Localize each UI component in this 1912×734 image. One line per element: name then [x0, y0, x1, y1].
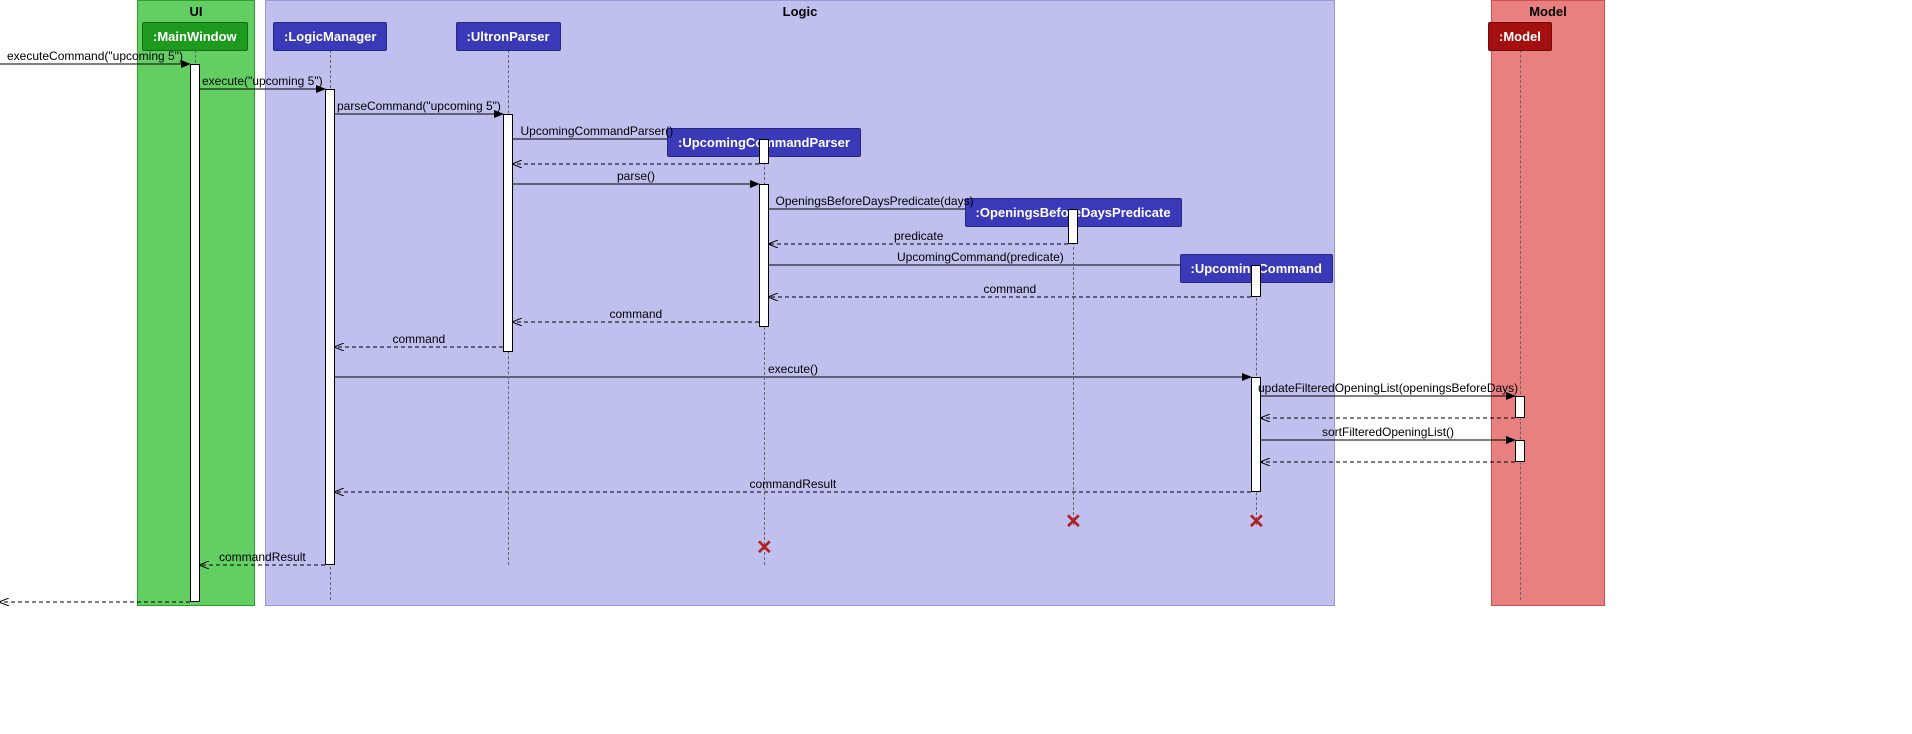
participant-ultronParser: :UltronParser	[456, 22, 561, 51]
activation-3	[759, 139, 769, 164]
activation-6	[1251, 265, 1261, 297]
message-label-15: sortFilteredOpeningList()	[1322, 425, 1454, 439]
activation-4	[759, 184, 769, 327]
message-label-1: execute("upcoming 5")	[202, 74, 323, 88]
activation-5	[1068, 209, 1078, 244]
message-label-11: command	[393, 332, 446, 346]
message-label-5: parse()	[617, 169, 655, 183]
region-logic-label: Logic	[783, 4, 818, 19]
message-label-6: OpeningsBeforeDaysPredicate(days)	[776, 194, 974, 208]
participant-mainWindow: :MainWindow	[142, 22, 248, 51]
lifeline-model	[1520, 45, 1521, 600]
message-label-0: executeCommand("upcoming 5")	[7, 49, 183, 63]
activation-2	[503, 114, 513, 352]
activation-0	[190, 64, 200, 602]
region-model-label: Model	[1529, 4, 1567, 19]
participant-logicManager: :LogicManager	[273, 22, 387, 51]
message-label-17: commandResult	[750, 477, 837, 491]
message-label-13: updateFilteredOpeningList(openingsBefore…	[1258, 381, 1518, 395]
region-ui-label: UI	[190, 4, 203, 19]
participant-model: :Model	[1488, 22, 1552, 51]
lifeline-openingsPredicate	[1073, 222, 1074, 525]
message-label-10: command	[610, 307, 663, 321]
message-label-7: predicate	[894, 229, 943, 243]
activation-9	[1515, 440, 1525, 462]
message-label-12: execute()	[768, 362, 818, 376]
destroy-0: ✕	[1065, 509, 1082, 534]
destroy-2: ✕	[756, 535, 773, 560]
message-label-3: UpcomingCommandParser()	[521, 124, 674, 138]
region-model	[1491, 0, 1605, 606]
activation-1	[325, 89, 335, 565]
region-logic	[265, 0, 1335, 606]
destroy-1: ✕	[1248, 509, 1265, 534]
activation-8	[1515, 396, 1525, 418]
message-label-18: commandResult	[219, 550, 306, 564]
message-label-9: command	[984, 282, 1037, 296]
message-label-8: UpcomingCommand(predicate)	[897, 250, 1064, 264]
message-label-2: parseCommand("upcoming 5")	[337, 99, 501, 113]
